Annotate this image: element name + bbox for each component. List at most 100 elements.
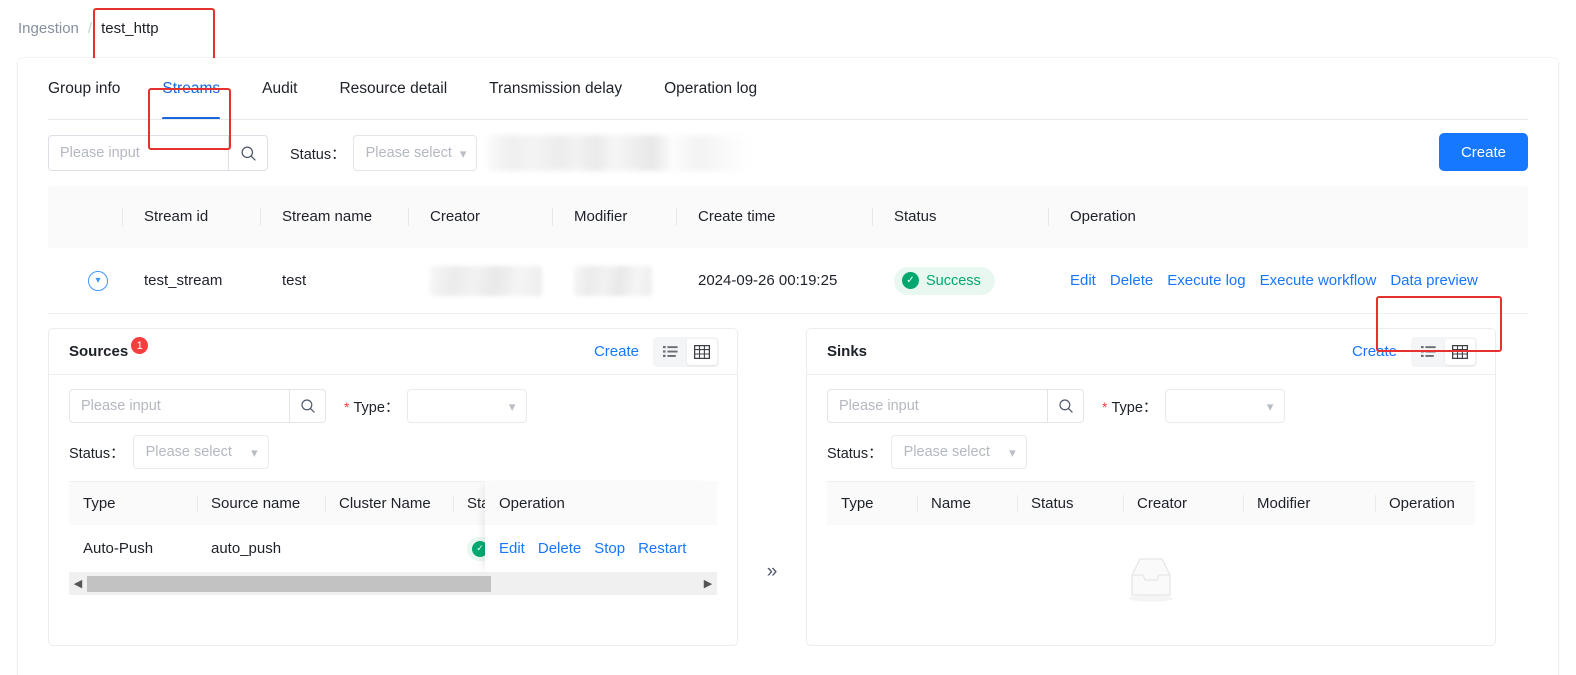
action-delete[interactable]: Delete — [1110, 272, 1153, 289]
check-circle-icon: ✓ — [902, 272, 919, 289]
breadcrumb-separator: / — [88, 20, 92, 37]
sources-status-select[interactable]: Please select ▾ — [133, 435, 269, 469]
row-action-links: Edit Delete Execute log Execute workflow… — [1070, 272, 1528, 289]
sinks-type-label-wrap: *Type： — [1102, 396, 1157, 417]
scrollbar-track[interactable] — [87, 576, 699, 592]
required-asterisk-icon: * — [344, 399, 349, 415]
tab-label: Resource detail — [339, 80, 447, 97]
sinks-status-select[interactable]: Please select ▾ — [891, 435, 1027, 469]
status-filter-value: Please select — [366, 145, 452, 161]
expand-cell: ▾ — [48, 271, 122, 291]
action-data-preview[interactable]: Data preview — [1390, 272, 1478, 289]
cell-creator — [408, 266, 552, 296]
action-edit[interactable]: Edit — [1070, 272, 1096, 289]
chevron-down-icon[interactable]: ▾ — [88, 271, 108, 291]
table-view-button[interactable] — [687, 339, 717, 365]
sinks-table: Type Name Status Creator Modifier Operat… — [827, 481, 1475, 645]
column-header-operation: Operation — [1375, 494, 1455, 513]
tab-label: Audit — [262, 80, 297, 97]
list-view-button[interactable] — [1413, 339, 1443, 365]
scrollbar-thumb[interactable] — [87, 576, 491, 592]
redacted-creator-value — [430, 266, 542, 296]
sources-search-button[interactable] — [289, 389, 326, 423]
tab-audit[interactable]: Audit — [262, 58, 297, 120]
expanded-detail-area: Sources 1 Create — [48, 328, 1528, 646]
search-button[interactable] — [228, 135, 268, 171]
sinks-table-header: Type Name Status Creator Modifier Operat… — [827, 481, 1475, 525]
sinks-header-actions: Create — [1352, 337, 1477, 367]
tab-resource-detail[interactable]: Resource detail — [339, 58, 447, 120]
required-asterisk-icon: * — [1102, 399, 1107, 415]
stream-search — [48, 135, 268, 171]
tab-label: Operation log — [664, 80, 757, 97]
scroll-right-arrow-icon[interactable]: ▶ — [699, 579, 717, 590]
status-filter-select[interactable]: Please select ▾ — [353, 135, 478, 171]
table-grid-icon — [1452, 345, 1468, 359]
tab-group-info[interactable]: Group info — [48, 58, 120, 120]
list-icon — [1421, 345, 1436, 358]
sinks-search — [827, 389, 1084, 423]
sinks-panel-header: Sinks Create — [807, 329, 1495, 375]
sinks-filters: *Type： ▾ Status： Please select ▾ — [807, 375, 1495, 481]
sinks-type-select[interactable]: ▾ — [1165, 389, 1285, 423]
tab-transmission-delay[interactable]: Transmission delay — [489, 58, 622, 120]
sinks-status-label: Status： — [827, 442, 883, 463]
column-header-stream-name: Stream name — [260, 207, 408, 227]
breadcrumb: Ingestion / test_http — [18, 14, 159, 42]
sources-horizontal-scrollbar[interactable]: ◀ ▶ — [69, 573, 717, 595]
cell-stream-name: test — [260, 272, 408, 289]
column-header-source-name: Source name — [197, 494, 325, 513]
cell-type: Auto-Push — [69, 540, 197, 557]
chevron-down-icon: ▾ — [1267, 400, 1274, 413]
panel-collapse-toggle[interactable]: » — [738, 328, 806, 646]
double-chevron-right-icon: » — [767, 561, 778, 583]
status-filter-label: Status： — [290, 143, 346, 164]
column-header-stream-id: Stream id — [122, 207, 260, 227]
sources-search-input[interactable] — [69, 389, 289, 423]
sources-create-link[interactable]: Create — [594, 343, 639, 360]
sources-type-select[interactable]: ▾ — [407, 389, 527, 423]
create-stream-button[interactable]: Create — [1439, 133, 1528, 171]
action-execute-workflow[interactable]: Execute workflow — [1260, 272, 1377, 289]
chevron-down-icon: ▾ — [251, 446, 258, 459]
sources-type-label-wrap: *Type： — [344, 396, 399, 417]
chevron-down-icon: ▾ — [460, 147, 467, 160]
breadcrumb-root[interactable]: Ingestion — [18, 20, 79, 37]
action-restart[interactable]: Restart — [638, 540, 686, 557]
chevron-down-icon: ▾ — [509, 400, 516, 413]
sources-panel-header: Sources 1 Create — [49, 329, 737, 375]
column-header-name: Name — [917, 494, 1017, 513]
sources-status-label: Status： — [69, 442, 125, 463]
sources-header-actions: Create — [594, 337, 719, 367]
tab-streams[interactable]: Streams — [162, 58, 220, 120]
column-header-operation: Operation — [485, 481, 717, 525]
streams-table-header: Stream id Stream name Creator Modifier C… — [48, 186, 1528, 248]
sinks-search-button[interactable] — [1047, 389, 1084, 423]
action-execute-log[interactable]: Execute log — [1167, 272, 1245, 289]
sources-type-label: Type： — [353, 400, 399, 416]
status-badge-label: Success — [926, 273, 981, 289]
action-edit[interactable]: Edit — [499, 540, 525, 557]
cell-operation: Edit Delete Execute log Execute workflow… — [1048, 272, 1528, 289]
sources-row-actions: Edit Delete Stop Restart — [485, 525, 717, 573]
action-delete[interactable]: Delete — [538, 540, 581, 557]
breadcrumb-current: test_http — [101, 20, 159, 37]
search-icon — [300, 398, 316, 414]
column-header-operation: Operation — [1048, 207, 1528, 227]
tab-label: Transmission delay — [489, 80, 622, 97]
action-stop[interactable]: Stop — [594, 540, 625, 557]
scroll-left-arrow-icon[interactable]: ◀ — [69, 579, 87, 590]
list-view-button[interactable] — [655, 339, 685, 365]
cell-source-name: auto_push — [197, 540, 325, 557]
table-view-button[interactable] — [1445, 339, 1475, 365]
cell-status: ✓ Success — [872, 267, 1048, 295]
sources-count-badge: 1 — [131, 337, 148, 354]
sinks-filter-row-2: Status： Please select ▾ — [827, 435, 1475, 469]
sinks-search-input[interactable] — [827, 389, 1047, 423]
search-input[interactable] — [48, 135, 228, 171]
column-header-status: Status — [872, 207, 1048, 227]
streams-table: Stream id Stream name Creator Modifier C… — [48, 186, 1528, 314]
sinks-create-link[interactable]: Create — [1352, 343, 1397, 360]
sources-filter-row-2: Status： Please select ▾ — [69, 435, 717, 469]
tab-operation-log[interactable]: Operation log — [664, 58, 757, 120]
